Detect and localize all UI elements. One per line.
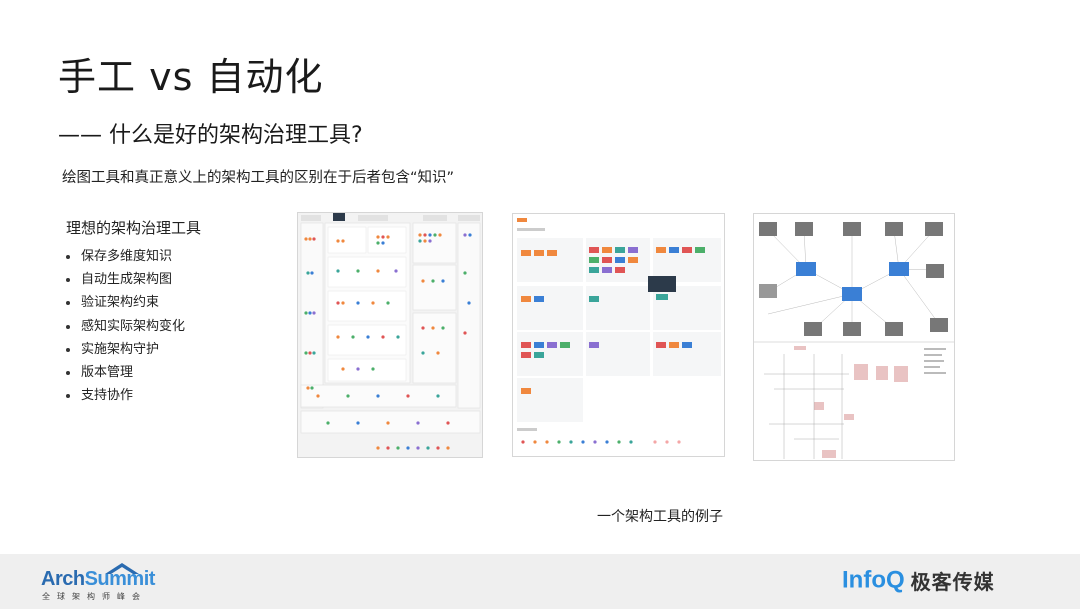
archsummit-logo: ArchSummit 全球架构师峰会 — [41, 563, 161, 602]
module-cards-thumbnail — [512, 213, 725, 457]
archsummit-subtitle: 全球架构师峰会 — [42, 592, 147, 601]
infoq-wordmark: InfoQ — [842, 566, 905, 594]
feature-item: 版本管理 — [66, 364, 185, 387]
list-heading: 理想的架构治理工具 — [66, 219, 202, 237]
arch-word: Arch — [41, 568, 85, 590]
architecture-grid-thumbnail — [297, 212, 483, 458]
feature-item: 支持协作 — [66, 387, 185, 410]
slide-subtitle: —— 什么是好的架构治理工具? — [58, 123, 363, 148]
module-cards-image — [517, 218, 721, 444]
dependency-graph-thumbnail — [753, 213, 955, 461]
dependency-graph-image — [754, 222, 954, 459]
feature-list: 保存多维度知识 自动生成架构图 验证架构约束 感知实际架构变化 实施架构守护 版… — [66, 248, 185, 410]
feature-item: 自动生成架构图 — [66, 271, 185, 294]
intro-text: 绘图工具和真正意义上的架构工具的区别在于后者包含“知识” — [62, 170, 455, 186]
summit-word: Summit — [84, 568, 156, 590]
slide-title: 手工 vs 自动化 — [58, 55, 324, 99]
footer-bar: ArchSummit 全球架构师峰会 InfoQ 极客传媒 — [0, 554, 1080, 609]
feature-item: 感知实际架构变化 — [66, 318, 185, 341]
architecture-grid-image — [300, 213, 481, 450]
example-caption: 一个架构工具的例子 — [597, 509, 723, 525]
archsummit-wordmark: ArchSummit — [41, 568, 155, 591]
infoq-logo: InfoQ 极客传媒 — [842, 566, 995, 598]
feature-item: 实施架构守护 — [66, 341, 185, 364]
feature-item: 验证架构约束 — [66, 294, 185, 317]
feature-item: 保存多维度知识 — [66, 248, 185, 271]
geek-media-name: 极客传媒 — [910, 570, 995, 594]
